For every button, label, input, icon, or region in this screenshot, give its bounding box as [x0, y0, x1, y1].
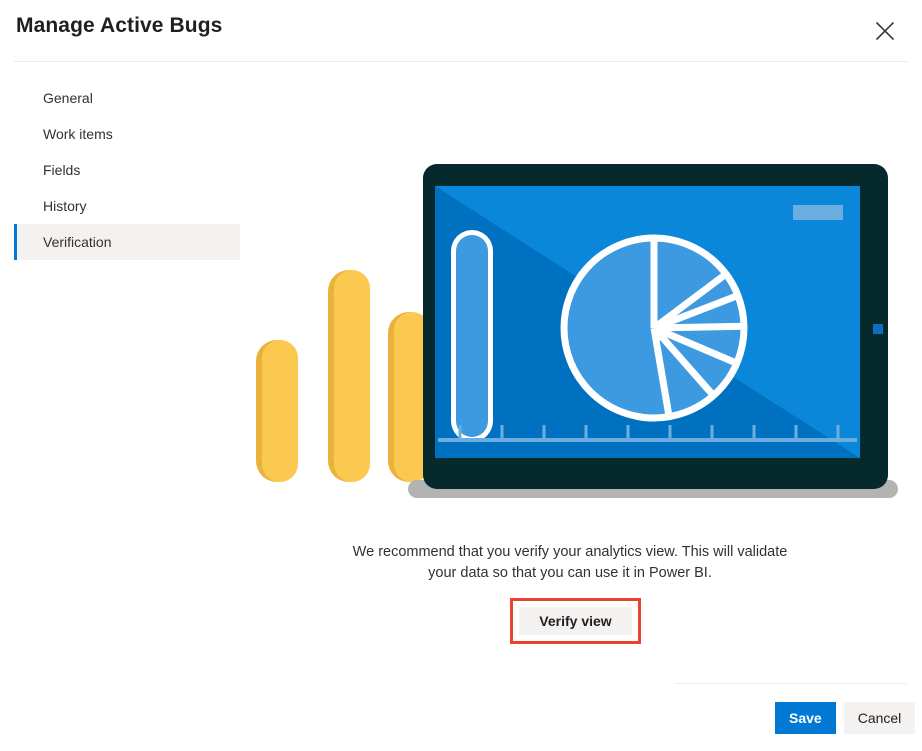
footer-actions: Save Cancel	[775, 702, 916, 734]
page-title: Manage Active Bugs	[16, 14, 223, 37]
tablet-screen	[435, 186, 860, 458]
sidebar-item-label: History	[43, 198, 87, 214]
recommendation-text: We recommend that you verify your analyt…	[352, 544, 788, 581]
save-button[interactable]: Save	[775, 702, 836, 734]
dialog-header: Manage Active Bugs	[0, 0, 922, 61]
sidebar-item-history[interactable]: History	[14, 188, 240, 224]
axis-baseline	[438, 438, 857, 442]
vertical-bar-chart-element	[451, 230, 493, 442]
sidebar-item-fields[interactable]: Fields	[14, 152, 240, 188]
analytics-dashboard-illustration	[240, 150, 910, 510]
cancel-button[interactable]: Cancel	[843, 702, 916, 734]
sidebar-item-label: Fields	[43, 162, 81, 178]
sidebar-item-general[interactable]: General	[14, 80, 240, 116]
verify-view-container: Verify view	[510, 598, 641, 644]
footer-divider	[675, 683, 908, 684]
sidebar-item-verification[interactable]: Verification	[14, 224, 240, 260]
sidebar-item-label: Work items	[43, 126, 113, 142]
sidebar-nav: General Work items Fields History Verifi…	[14, 80, 240, 260]
sidebar-item-label: General	[43, 90, 93, 106]
sidebar-item-work-items[interactable]: Work items	[14, 116, 240, 152]
header-divider	[14, 61, 908, 62]
yellow-bars-group	[256, 270, 430, 482]
sidebar-item-label: Verification	[43, 234, 112, 250]
close-button[interactable]	[864, 10, 906, 52]
verify-view-button[interactable]: Verify view	[519, 607, 632, 635]
close-icon	[874, 20, 896, 42]
device-side-button	[873, 324, 883, 334]
